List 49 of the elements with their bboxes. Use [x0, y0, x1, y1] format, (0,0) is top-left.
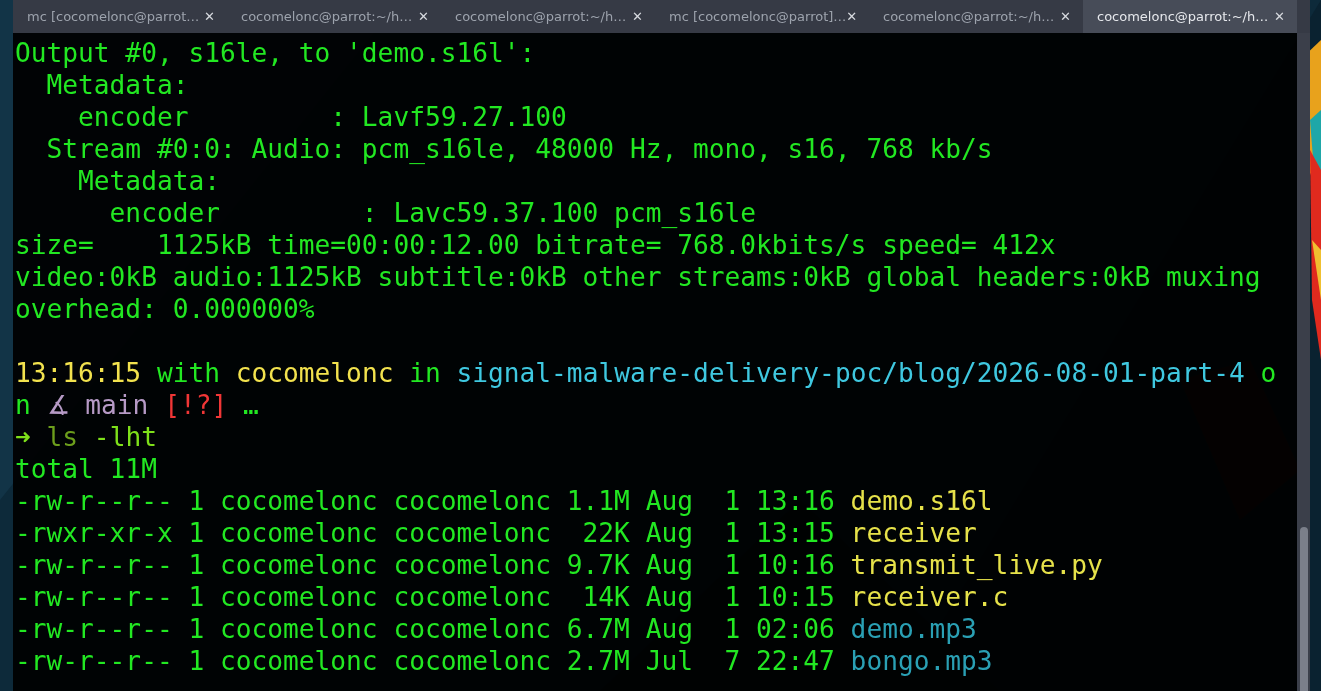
terminal-text: in: [408, 358, 442, 388]
close-icon[interactable]: ✕: [846, 9, 858, 24]
terminal-text: -rw-r--r-- 1 cocomelonc cocomelonc 9.7K Aug 1 10:16: [15, 550, 836, 580]
terminal-text: -rw-r--r-- 1 cocomelonc cocomelonc 1.1M Aug 1 13:16: [15, 486, 836, 516]
terminal-text: video:0kB audio:1125kB subtitle:0kB other streams:0kB global headers:0kB muxing: [15, 262, 1261, 292]
terminal-text: total 11M: [15, 454, 157, 484]
close-icon[interactable]: ✕: [1274, 9, 1285, 24]
close-icon[interactable]: ✕: [632, 9, 643, 24]
terminal-text: transmit_live.py: [850, 550, 1103, 580]
scrollbar[interactable]: [1297, 33, 1310, 691]
terminal-text: ls: [46, 422, 79, 452]
terminal-text: Metadata:: [77, 166, 220, 196]
terminal-text: 13:16:15: [15, 358, 142, 388]
close-icon[interactable]: ✕: [418, 9, 429, 24]
close-icon[interactable]: ✕: [204, 9, 215, 24]
terminal-tab[interactable]: cocomelonc@parrot:~/h… ✕: [441, 0, 655, 33]
terminal-text: receiver: [850, 518, 977, 548]
terminal-text: -rwxr-xr-x 1 cocomelonc cocomelonc 22K Aug 1 13:15: [15, 518, 836, 548]
terminal-text: signal-malware-delivery-poc/blog/2026-08-01-part-4: [456, 358, 1245, 388]
terminal-tab[interactable]: mc [cocomelonc@parrot… ✕: [13, 0, 227, 33]
terminal-text: -rw-r--r-- 1 cocomelonc cocomelonc 6.7M Aug 1 02:06: [15, 614, 836, 644]
terminal-text: …: [242, 390, 259, 420]
terminal-text: cocomelonc: [235, 358, 394, 388]
terminal-tab[interactable]: mc [cocomelonc@parrot]…✕: [655, 0, 869, 33]
terminal-text: [!?]: [163, 390, 228, 420]
terminal-text: bongo.mp3: [850, 646, 993, 676]
terminal-text: demo.s16l: [850, 486, 993, 516]
terminal-text: Output #0, s16le, to 'demo.s16l':: [15, 38, 536, 68]
terminal-text: n: [15, 390, 32, 420]
terminal-tab[interactable]: cocomelonc@parrot:~/h… ✕: [227, 0, 441, 33]
terminal-text: encoder : Lavf59.27.100: [77, 102, 567, 132]
terminal-text: -lht: [92, 422, 157, 452]
terminal-text: -rw-r--r-- 1 cocomelonc cocomelonc 14K Aug 1 10:15: [15, 582, 836, 612]
terminal-text: o: [1259, 358, 1277, 388]
terminal-tab[interactable]: cocomelonc@parrot:~/h… ✕: [869, 0, 1083, 33]
terminal-text: ➜: [15, 422, 32, 452]
close-icon[interactable]: ✕: [1060, 9, 1071, 24]
terminal-text: -rw-r--r-- 1 cocomelonc cocomelonc 2.7M Jul 7 22:47: [15, 646, 836, 676]
terminal-text: with: [155, 358, 221, 388]
terminal-text: Metadata:: [45, 70, 189, 100]
terminal-text: overhead: 0.000000%: [15, 294, 315, 324]
terminal-text: receiver.c: [850, 582, 1009, 612]
terminal-text: ∡ main: [46, 390, 149, 420]
terminal-tab[interactable]: cocomelonc@parrot:~/h… ✕: [1083, 0, 1297, 33]
terminal-text: size= 1125kB time=00:00:12.00 bitrate= 768.0kbits/s speed= 412x: [15, 230, 1056, 260]
terminal-text: demo.mp3: [850, 614, 977, 644]
scrollbar-thumb[interactable]: [1300, 527, 1308, 691]
terminal-text: Stream #0:0: Audio: pcm_s16le, 48000 Hz, mono, s16, 768 kb/s: [45, 134, 993, 164]
terminal-text: encoder : Lavc59.37.100 pcm_s16le: [108, 198, 756, 228]
